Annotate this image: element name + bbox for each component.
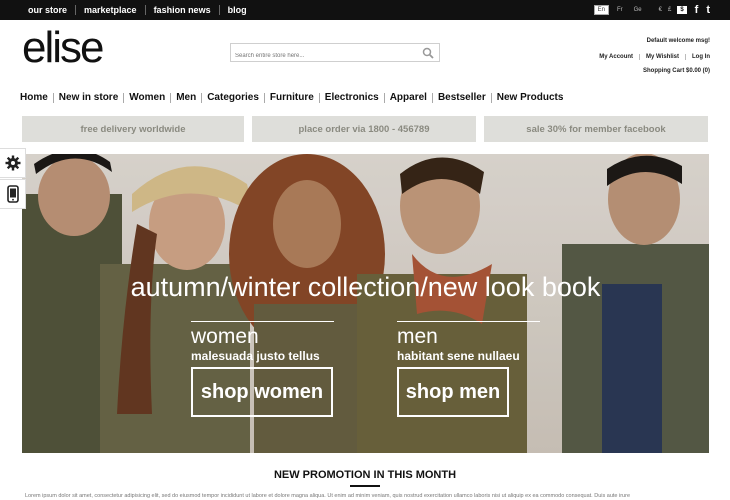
mobile-icon: [6, 185, 19, 203]
shop-men-button[interactable]: shop men: [397, 367, 509, 417]
hero-banner: autumn/winter collection/new look book w…: [22, 154, 709, 453]
nav-item-apparel[interactable]: Apparel: [383, 93, 432, 103]
promo-place-order[interactable]: place order via 1800 - 456789: [252, 116, 476, 142]
promo-strip: free delivery worldwide place order via …: [22, 116, 708, 142]
nav-item-furniture[interactable]: Furniture: [263, 93, 319, 103]
promotion-text: Lorem ipsum dolor sit amet, consectetur …: [25, 493, 631, 499]
nav-item-new-in-store[interactable]: New in store: [52, 93, 123, 103]
my-account-link[interactable]: My Account: [593, 54, 639, 60]
nav-item-categories[interactable]: Categories: [201, 93, 264, 103]
top-link-blog[interactable]: blog: [218, 5, 255, 15]
top-bar-right: En Fr Ge € £ $ f t: [589, 0, 710, 20]
top-link-marketplace[interactable]: marketplace: [75, 5, 145, 15]
top-links: our store marketplace fashion news blog: [20, 0, 255, 20]
nav-item-new-products[interactable]: New Products: [490, 93, 569, 103]
currency-euro[interactable]: €: [659, 7, 662, 13]
welcome-message: Default welcome msg!: [646, 38, 710, 44]
nav-item-bestseller[interactable]: Bestseller: [431, 93, 491, 103]
account-links: My Account My Wishlist Log In: [560, 54, 710, 60]
currency-pound[interactable]: £: [668, 7, 671, 13]
mobile-tool[interactable]: [0, 179, 26, 209]
women-subtitle: malesuada justo tellus: [191, 349, 320, 363]
facebook-icon[interactable]: f: [695, 4, 699, 16]
women-cta: women malesuada justo tellus shop women: [191, 321, 336, 417]
search-box: [230, 43, 440, 65]
twitter-icon[interactable]: t: [706, 4, 710, 16]
currency-dollar[interactable]: $: [677, 6, 687, 14]
logo[interactable]: elise: [22, 26, 104, 70]
top-bar: our store marketplace fashion news blog …: [0, 0, 730, 20]
men-label: men: [397, 325, 438, 348]
gear-icon: [5, 155, 20, 171]
promotion-section-title: NEW PROMOTION IN THIS MONTH: [273, 469, 457, 481]
shop-women-button[interactable]: shop women: [191, 367, 333, 417]
promo-sale[interactable]: sale 30% for member facebook: [484, 116, 708, 142]
men-cta-rule: [397, 321, 540, 322]
hero-headline: autumn/winter collection/new look book: [130, 272, 601, 302]
language-fr[interactable]: Fr: [614, 6, 626, 14]
search-input[interactable]: [231, 47, 419, 65]
promo-free-delivery[interactable]: free delivery worldwide: [22, 116, 244, 142]
women-cta-rule: [191, 321, 334, 322]
search-icon[interactable]: [422, 47, 434, 59]
shopping-cart-link[interactable]: Shopping Cart $0.00 (0): [560, 68, 710, 74]
log-in-link[interactable]: Log In: [685, 54, 710, 60]
men-cta: men habitant sene nullaeu shop men: [397, 321, 542, 417]
hero-image: [22, 154, 709, 453]
men-subtitle: habitant sene nullaeu: [397, 349, 520, 363]
nav-item-electronics[interactable]: Electronics: [318, 93, 384, 103]
main-nav: Home New in store Women Men Categories F…: [20, 92, 568, 104]
section-title-rule: [350, 485, 380, 487]
top-link-fashion-news[interactable]: fashion news: [144, 5, 219, 15]
women-label: women: [191, 325, 259, 348]
account-panel: Default welcome msg! My Account My Wishl…: [560, 38, 710, 74]
language-ge[interactable]: Ge: [631, 6, 645, 14]
language-en[interactable]: En: [593, 5, 609, 15]
nav-item-home[interactable]: Home: [20, 93, 53, 103]
settings-tool[interactable]: [0, 148, 26, 178]
nav-item-women[interactable]: Women: [123, 93, 170, 103]
my-wishlist-link[interactable]: My Wishlist: [639, 54, 685, 60]
top-link-our-store[interactable]: our store: [20, 5, 75, 15]
nav-item-men[interactable]: Men: [170, 93, 201, 103]
